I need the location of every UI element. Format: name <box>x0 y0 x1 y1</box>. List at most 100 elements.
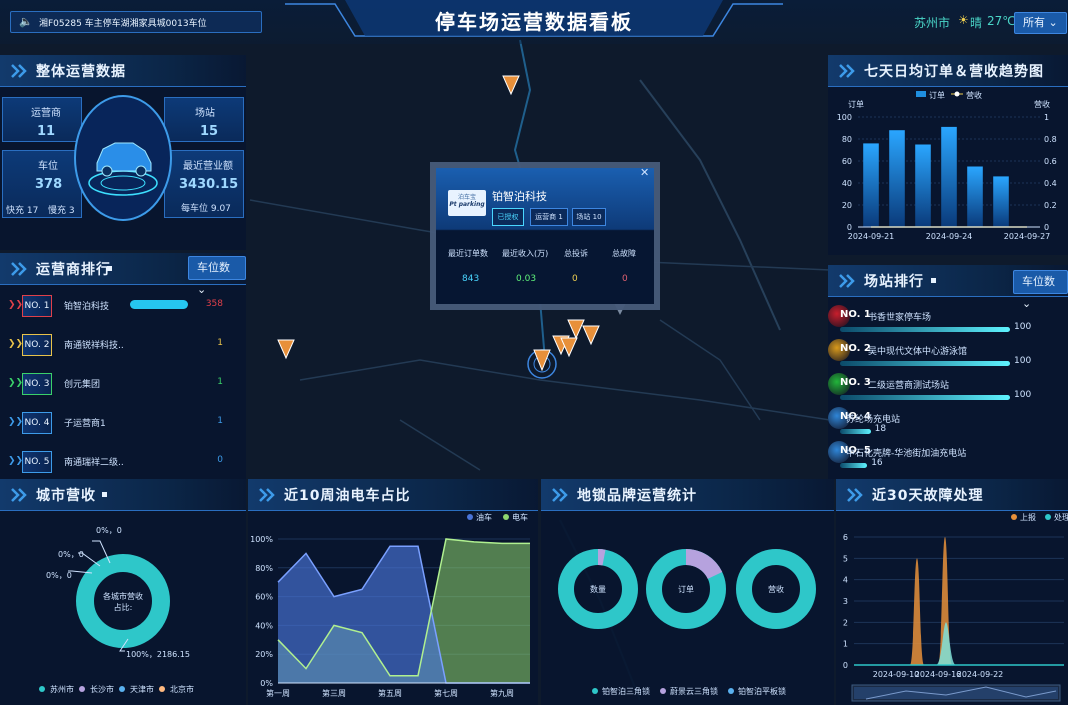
site-name: 书香世家停车场 <box>868 313 932 323</box>
chevron-right-icon <box>11 262 27 276</box>
revenue-value: 3430.15 <box>179 177 239 192</box>
x-tick-label: 2024-09-21 <box>848 232 895 241</box>
rank-number: NO. 1 <box>840 309 871 320</box>
map-pin-icon[interactable] <box>500 72 522 98</box>
panel-title: 场站排行 <box>864 274 924 290</box>
operator-popup[interactable]: ✕ 泊车宝 Pt parking 铂智泊科技 已授权 运营商 1 场站 10 最… <box>430 162 660 310</box>
y-tick-label: 100 <box>837 113 852 122</box>
legend-handle-dot <box>1045 514 1051 520</box>
legend-text: 长沙市 <box>90 684 114 694</box>
fault-chart[interactable]: 上报 处理 0 1 2 3 4 5 6 2024-09-102024-09-162024-09-2… <box>836 511 1068 705</box>
selected-map-pin-icon[interactable] <box>522 342 562 382</box>
site-value: 100 <box>1014 322 1032 332</box>
y-tick-label: 0 <box>843 661 848 670</box>
site-rank-row[interactable]: NO. 2 吴中现代文体中心游泳馆 100 <box>828 339 1068 373</box>
fault-panel: 近30天故障处理 上报 处理 0 1 2 3 4 5 6 2024-09-10 2024-09-16… <box>836 479 1068 705</box>
legend-dot <box>592 688 598 694</box>
operator-value: 1 <box>217 377 223 387</box>
operators-stat: 运营商 11 <box>2 97 82 142</box>
panel-title: 近10周油电车占比 <box>284 488 411 504</box>
panel-title: 整体运营数据 <box>36 64 126 80</box>
legend-text: 苏州市 <box>50 684 74 694</box>
y-tick-label: 40% <box>255 621 273 630</box>
operator-rank-row[interactable]: ❯❯ NO. 3 创元集团 1 <box>0 365 245 403</box>
double-chevron-icon: ❯❯ <box>8 339 24 349</box>
legend-revenue-text: 营收 <box>966 90 982 100</box>
operator-value: 1 <box>217 338 223 348</box>
x-tick-label: 第七周 <box>434 688 458 698</box>
legend-dot <box>79 686 85 692</box>
panel-title: 近30天故障处理 <box>872 488 984 504</box>
operator-rank-row[interactable]: ❯❯ NO. 1 铂智泊科技 358 <box>0 287 245 325</box>
y-tick-label: 2 <box>843 618 848 627</box>
y-tick-label: 0% <box>260 679 273 688</box>
site-value: 100 <box>1014 390 1032 400</box>
site-rank-row[interactable]: NO. 3 二级运营商测试场站 100 <box>828 373 1068 407</box>
spaces-value: 378 <box>35 177 63 192</box>
title-dot <box>107 266 112 271</box>
recent-income-value: 0.03 <box>516 274 537 284</box>
y-tick-label: 4 <box>843 576 848 585</box>
site-name: 中石化壳牌-华池街加油充电站 <box>846 449 967 459</box>
speaker-icon: 🔈 <box>19 15 33 28</box>
legend-text: 蔚景云三角锁 <box>670 686 718 696</box>
sites-stat: 场站 15 <box>164 97 244 142</box>
close-icon[interactable]: ✕ <box>640 166 649 179</box>
double-chevron-icon: ❯❯ <box>8 417 24 427</box>
rank-badge: NO. 4 <box>22 412 52 434</box>
logo-top-text: 泊车宝 <box>457 194 476 201</box>
map-pin-icon[interactable] <box>275 336 297 362</box>
panel-title: 城市营收 <box>36 488 96 504</box>
city-label-3: 0%，0 <box>46 571 72 580</box>
chevron-right-icon <box>259 488 275 502</box>
recent-orders-label: 最近订单数 <box>448 249 488 258</box>
y-tick-label: 60 <box>842 157 852 166</box>
x-tick-label: 2024-09-22 <box>957 670 1004 679</box>
site-rank-row[interactable]: NO. 5 中石化壳牌-华池街加油充电站 16 <box>828 441 1068 475</box>
authorized-tag[interactable]: 已授权 <box>492 208 524 226</box>
temperature-label: 27℃ <box>987 14 1016 28</box>
site-rank-row[interactable]: NO. 1 书香世家停车场 100 <box>828 305 1068 339</box>
operator-rank-row[interactable]: ❯❯ NO. 4 子运营商1 1 <box>0 404 245 442</box>
legend-text: 天津市 <box>130 684 154 694</box>
legend-ev-text: 电车 <box>512 512 528 522</box>
x-tick-label: 2024-09-16 <box>915 670 962 679</box>
site-rank-select[interactable]: 车位数 ⌄ <box>1013 270 1068 310</box>
city-label-2: 0%，0 <box>58 550 84 559</box>
y-axis-title-left: 订单 <box>848 99 864 109</box>
trend-chart: 订单 营收订单 营收02040608010000.20.40.60.812024-0… <box>837 90 1057 241</box>
operator-count-tag[interactable]: 运营商 1 <box>530 208 568 226</box>
sites-label: 场站 <box>195 108 215 119</box>
operator-bar <box>130 300 188 309</box>
site-count-tag[interactable]: 场站 10 <box>572 208 606 226</box>
x-tick-label: 第九周 <box>490 688 514 698</box>
company-name: 铂智泊科技 <box>492 190 547 203</box>
y-tick-label: 80 <box>842 135 852 144</box>
x-tick-label: 第五周 <box>378 688 402 698</box>
city-revenue-chart: 各城市营收占比: 0%，0 0%，0 0%，0 100%，2186.15 苏州市 长沙市 天津… <box>39 526 194 694</box>
legend-revenue-dot <box>954 91 960 97</box>
faults-label: 总故障 <box>612 249 636 258</box>
legend-dot <box>39 686 45 692</box>
operator-rank-panel: 运营商排行 车位数 ⌄ ❯❯ NO. 1 铂智泊科技 358 ❯❯ NO. 2 南通锐祥科技… <box>0 253 246 479</box>
operator-value: 1 <box>217 416 223 426</box>
map-pin-icon[interactable] <box>580 322 602 348</box>
operator-rank-row[interactable]: ❯❯ NO. 5 南通瑞祥二级... 0 <box>0 443 245 481</box>
chevron-right-icon <box>839 274 855 288</box>
legend-orders-swatch <box>916 91 926 97</box>
operator-name: 南通锐祥科技... <box>64 341 124 351</box>
double-chevron-icon: ❯❯ <box>8 456 24 466</box>
y-tick-label: 6 <box>843 533 848 542</box>
site-name: 苏纶场充电站 <box>846 415 901 425</box>
operator-rank-row[interactable]: ❯❯ NO. 2 南通锐祥科技... 1 <box>0 326 245 364</box>
operator-rank-select[interactable]: 车位数 ⌄ <box>188 256 246 296</box>
chevron-down-icon: ⌄ <box>1048 16 1058 29</box>
legend-oil-text: 油车 <box>476 512 492 522</box>
rank-number: NO. 2 <box>840 343 871 354</box>
site-rank-row[interactable]: NO. 4 苏纶场充电站 18 <box>828 407 1068 441</box>
x-tick-label: 2024-09-10 <box>873 670 920 679</box>
y-tick-label: 20% <box>255 650 273 659</box>
notice-bar[interactable]: 🔈 湘F05285 车主停车湖湘家具城0013车位 <box>10 11 262 33</box>
region-select[interactable]: 所有 ⌄ <box>1014 12 1067 34</box>
y2-tick-label: 0.6 <box>1044 157 1057 166</box>
